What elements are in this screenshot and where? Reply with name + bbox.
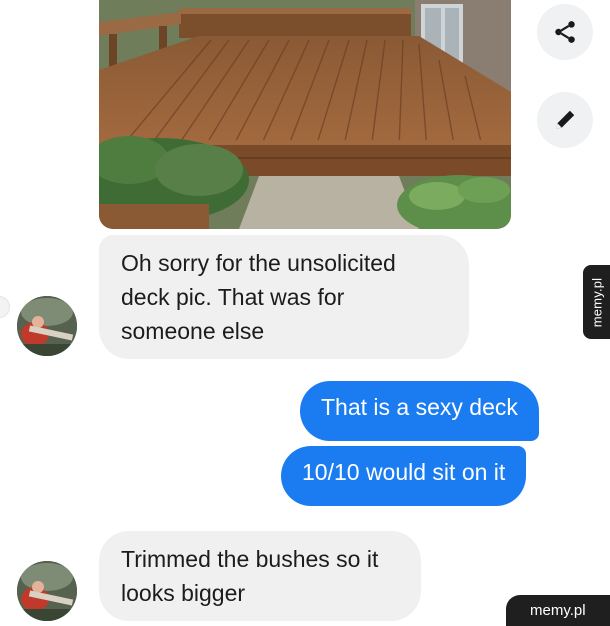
message-line: deck pic. That was for [121,284,345,310]
sender-avatar[interactable] [17,561,77,621]
side-watermark-text: memy.pl [589,277,604,327]
brand-watermark-text: memy.pl [530,602,586,619]
share-button[interactable] [537,4,593,60]
message-line: Trimmed the bushes so it [121,546,379,572]
message-line: looks bigger [121,580,246,606]
message-text: That is a sexy deck [321,394,518,420]
avatar-image [17,561,77,621]
outgoing-message: 10/10 would sit on it [281,446,527,506]
deck-photo[interactable] [99,0,511,229]
message-text: 10/10 would sit on it [302,459,506,485]
message-line: Oh sorry for the unsolicited [121,250,396,276]
incoming-message: Trimmed the bushes so it looks bigger [99,531,421,621]
outgoing-message: That is a sexy deck [300,381,539,441]
pencil-icon [556,110,575,129]
message-line: someone else [121,318,265,344]
chat-screen: memy.pl Oh sorry for the unsolicited dec… [0,0,610,626]
avatar-image [17,296,77,356]
edge-handle[interactable] [0,296,10,318]
incoming-message: Oh sorry for the unsolicited deck pic. T… [99,235,469,359]
side-watermark: memy.pl [583,265,610,339]
edit-button[interactable] [537,92,593,148]
sender-avatar[interactable] [17,296,77,356]
brand-watermark: memy.pl [506,595,610,626]
share-icon [555,21,575,43]
deck-photo-image [99,0,511,229]
